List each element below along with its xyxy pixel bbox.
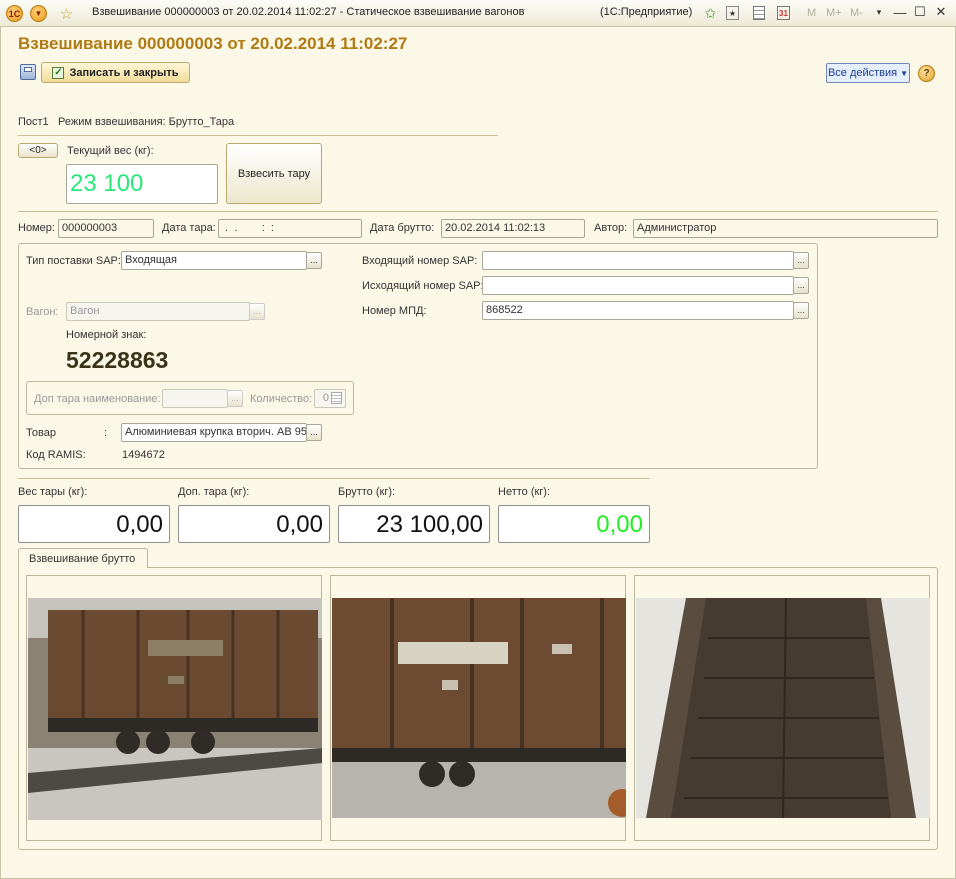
number-label: Номер: <box>18 222 55 234</box>
supply-type-label: Тип поставки SAP: <box>26 255 121 267</box>
weigh-tare-button[interactable]: Взвесить тару <box>226 143 322 204</box>
calculator-icon[interactable] <box>331 392 342 404</box>
camera-image-3 <box>636 598 930 818</box>
save-and-close-label: Записать и закрыть <box>69 66 179 79</box>
camera-image-1 <box>28 598 322 820</box>
goods-field[interactable]: Алюминиевая крупка вторич. АВ 95 <box>121 423 307 442</box>
tare-date-label: Дата тара: <box>162 222 216 234</box>
check-icon: ✓ <box>52 66 65 79</box>
ramis-label: Код RAMIS: <box>26 449 86 461</box>
author-label: Автор: <box>594 222 628 234</box>
memory-subtract-button[interactable]: M- <box>850 7 863 19</box>
save-and-close-button[interactable]: ✓ Записать и закрыть <box>41 62 190 83</box>
net-weight-label: Нетто (кг): <box>498 486 551 498</box>
page-title: Взвешивание 000000003 от 20.02.2014 11:0… <box>18 34 408 53</box>
net-weight-display: 0,00 <box>498 505 650 543</box>
ramis-value: 1494672 <box>122 449 165 461</box>
window-title-bar: 1С ▼ ☆ Взвешивание 000000003 от 20.02.20… <box>0 0 956 27</box>
supply-type-select-button[interactable]: ... <box>306 252 322 269</box>
mpd-label: Номер МПД: <box>362 305 427 317</box>
mpd-field[interactable]: 868522 <box>482 301 794 320</box>
outgoing-sap-label: Исходящий номер SAP: <box>362 280 484 292</box>
incoming-sap-field[interactable] <box>482 251 794 270</box>
window-title: Взвешивание 000000003 от 20.02.2014 11:0… <box>92 6 525 18</box>
zero-button[interactable]: <0> <box>18 143 58 158</box>
supply-type-field[interactable]: Входящая <box>121 251 307 270</box>
favorite-add-icon[interactable]: ✩ <box>702 5 719 22</box>
calculator-icon[interactable] <box>753 6 765 20</box>
camera-frame-2 <box>330 575 626 841</box>
gross-weight-display: 23 100,00 <box>338 505 490 543</box>
plate-number: 52228863 <box>66 347 169 373</box>
extra-tare-name-label: Доп тара наименование: <box>34 393 161 405</box>
extra-tare-weight-display: 0,00 <box>178 505 330 543</box>
weigh-mode-label: Режим взвешивания: Брутто_Тара <box>58 116 235 128</box>
extra-tare-name-field[interactable] <box>162 389 228 408</box>
memory-button[interactable]: M <box>807 7 816 19</box>
star-icon[interactable]: ☆ <box>58 5 75 23</box>
1c-logo-icon[interactable]: 1С <box>6 5 23 22</box>
number-field[interactable]: 000000003 <box>58 219 154 238</box>
memory-add-button[interactable]: M+ <box>826 7 842 19</box>
incoming-sap-select-button[interactable]: ... <box>793 252 809 269</box>
wagon-select-button[interactable]: ... <box>249 303 265 320</box>
plate-label: Номерной знак: <box>66 329 147 341</box>
app-name: (1С:Предприятие) <box>600 6 693 18</box>
extra-tare-select-button[interactable]: ... <box>227 390 243 407</box>
outgoing-sap-select-button[interactable]: ... <box>793 277 809 294</box>
gross-date-label: Дата брутто: <box>370 222 435 234</box>
camera-image-2 <box>332 598 626 818</box>
menu-icon[interactable]: ▼ <box>30 5 47 22</box>
calendar-icon[interactable]: 31 <box>777 6 790 20</box>
divider <box>18 135 498 136</box>
wagon-label: Вагон: <box>26 306 59 318</box>
tare-weight-display: 0,00 <box>18 505 170 543</box>
camera-frame-1 <box>26 575 322 841</box>
camera-frame-3 <box>634 575 930 841</box>
close-icon[interactable]: ✕ <box>932 3 950 21</box>
divider <box>18 478 650 479</box>
all-actions-label: Все действия <box>827 67 898 79</box>
current-weight-label: Текущий вес (кг): <box>67 145 154 157</box>
wagon-field[interactable]: Вагон <box>66 302 250 321</box>
current-weight-display: 23 100 <box>66 164 218 204</box>
gross-weight-label: Брутто (кг): <box>338 486 396 498</box>
author-field[interactable]: Администратор <box>633 219 938 238</box>
incoming-sap-label: Входящий номер SAP: <box>362 255 478 267</box>
tare-weight-label: Вес тары (кг): <box>18 486 88 498</box>
tab-gross-weighing[interactable]: Взвешивание брутто <box>18 548 148 568</box>
maximize-icon[interactable]: ☐ <box>911 3 929 21</box>
chevron-down-icon: ▼ <box>900 68 909 78</box>
tab-label: Взвешивание брутто <box>29 552 136 565</box>
goods-label: Товар <box>26 427 56 439</box>
mpd-select-button[interactable]: ... <box>793 302 809 319</box>
extra-tare-weight-label: Доп. тара (кг): <box>178 486 250 498</box>
goods-colon: : <box>104 427 108 439</box>
gross-date-field[interactable]: 20.02.2014 11:02:13 <box>441 219 585 238</box>
help-icon[interactable]: ? <box>918 65 935 82</box>
outgoing-sap-field[interactable] <box>482 276 794 295</box>
quantity-label: Количество: <box>250 393 313 405</box>
tare-date-field[interactable]: . . : : <box>218 219 362 238</box>
minimize-icon[interactable]: — <box>891 3 909 21</box>
bookmark-icon[interactable]: ★ <box>726 6 739 20</box>
window-menu-icon[interactable]: ▾ <box>870 3 888 21</box>
all-actions-button[interactable]: Все действия ▼ <box>826 63 910 83</box>
divider <box>18 211 938 212</box>
save-icon[interactable] <box>20 64 36 80</box>
goods-select-button[interactable]: ... <box>306 424 322 441</box>
post-label: Пост1 <box>18 116 49 128</box>
